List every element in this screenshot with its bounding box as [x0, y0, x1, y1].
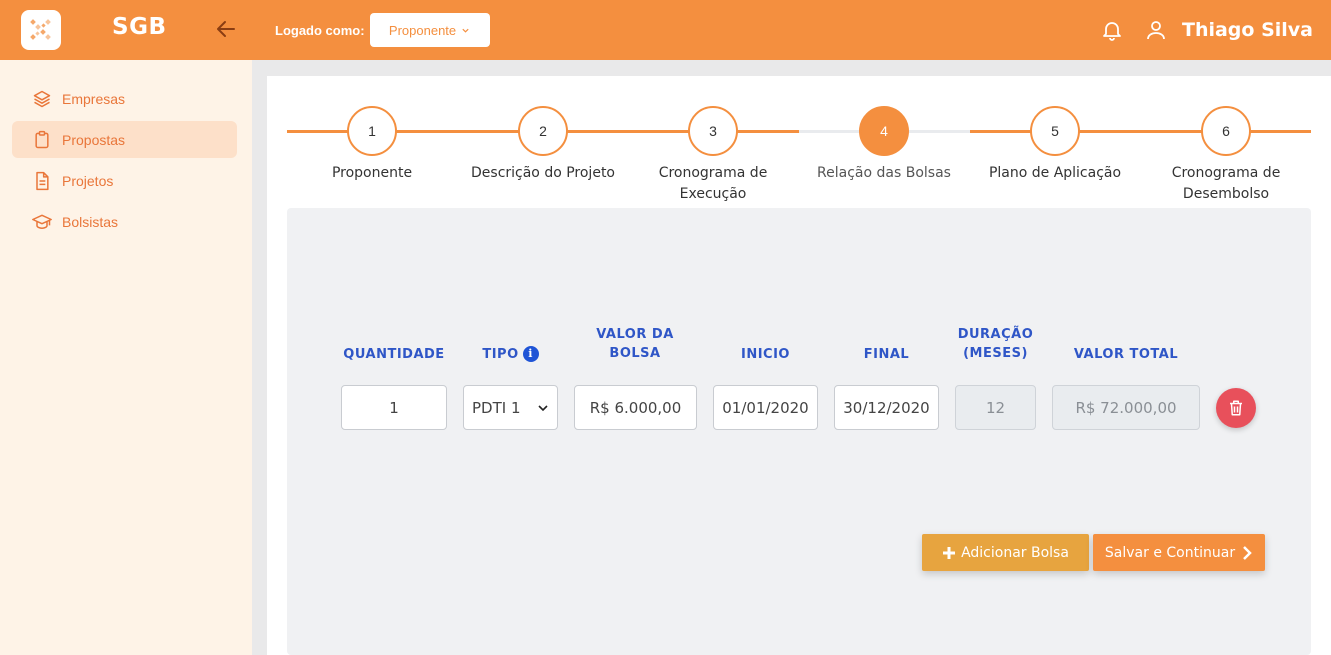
- step-5[interactable]: 5 Plano de Aplicação: [970, 106, 1140, 184]
- plus-icon: [943, 546, 956, 559]
- sidebar-item-bolsistas[interactable]: Bolsistas: [12, 203, 237, 240]
- user-name[interactable]: Thiago Silva: [1182, 19, 1313, 41]
- step-circle: 1: [347, 106, 397, 156]
- step-2[interactable]: 2 Descrição do Projeto: [458, 106, 628, 184]
- step-6[interactable]: 6 Cronograma de Desembolso: [1141, 106, 1311, 205]
- duracao-input: 12: [955, 385, 1036, 430]
- sidebar-item-empresas[interactable]: Empresas: [12, 80, 237, 117]
- role-select-value: Proponente: [388, 22, 457, 38]
- header-quantidade: QUANTIDADE: [343, 347, 445, 362]
- step-label: Cronograma de Desembolso: [1171, 165, 1281, 202]
- app-logo[interactable]: [21, 10, 61, 50]
- header-duracao: DURAÇÃO (MESES): [957, 327, 1034, 361]
- delete-row-button[interactable]: [1216, 388, 1256, 428]
- valor-total-input: R$ 72.000,00: [1052, 385, 1200, 430]
- logo-icon: [30, 19, 51, 40]
- sidebar-item-projetos[interactable]: Projetos: [12, 162, 237, 199]
- app-name: SGB: [112, 14, 167, 40]
- chevron-down-icon: [538, 404, 548, 411]
- graduation-cap-icon: [32, 214, 52, 229]
- tipo-select-value: PDTI 1: [472, 398, 521, 417]
- logged-as-label: Logado como:: [275, 22, 365, 38]
- step-label: Relação das Bolsas: [817, 165, 951, 181]
- sidebar-item-label: Projetos: [62, 172, 114, 189]
- step-4[interactable]: 4 Relação das Bolsas: [799, 106, 969, 184]
- step-label: Cronograma de Execução: [658, 165, 768, 202]
- brand-bar: SGB: [0, 0, 252, 60]
- sidebar: SGB Empresas Propostas Projetos Bolsista…: [0, 0, 252, 655]
- chevron-down-icon: [462, 28, 469, 33]
- quantidade-input[interactable]: 1: [341, 385, 447, 430]
- step-circle: 2: [518, 106, 568, 156]
- header-inicio: INICIO: [741, 347, 790, 362]
- step-1[interactable]: 1 Proponente: [287, 106, 457, 184]
- valor-bolsa-input[interactable]: R$ 6.000,00: [574, 385, 697, 430]
- step-3[interactable]: 3 Cronograma de Execução: [628, 106, 798, 205]
- user-area: Thiago Silva: [1100, 0, 1313, 60]
- save-continue-button[interactable]: Salvar e Continuar: [1093, 534, 1265, 571]
- layers-icon: [33, 90, 51, 107]
- role-select[interactable]: Proponente: [369, 13, 490, 47]
- save-continue-label: Salvar e Continuar: [1104, 544, 1236, 561]
- chevron-right-icon: [1243, 545, 1252, 560]
- user-icon[interactable]: [1144, 18, 1168, 42]
- info-icon[interactable]: i: [522, 346, 539, 362]
- step-label: Descrição do Projeto: [471, 165, 615, 181]
- bolsas-form: QUANTIDADE TIPO i VALOR DA BOLSA INICIO F…: [287, 208, 1311, 655]
- header-tipo: TIPO i: [463, 345, 558, 364]
- top-bar: Logado como: Proponente Thiago Silva: [252, 0, 1331, 60]
- step-circle: 3: [688, 106, 738, 156]
- collapse-arrow-icon[interactable]: [214, 17, 238, 41]
- clipboard-icon: [35, 130, 49, 148]
- sidebar-nav: Empresas Propostas Projetos Bolsistas: [0, 60, 252, 240]
- document-icon: [36, 171, 49, 190]
- add-bolsa-button[interactable]: Adicionar Bolsa: [922, 534, 1089, 571]
- trash-icon: [1230, 400, 1242, 416]
- header-tipo-label: TIPO: [482, 347, 519, 362]
- sidebar-item-propostas[interactable]: Propostas: [12, 121, 237, 158]
- step-circle: 6: [1201, 106, 1251, 156]
- add-bolsa-label: Adicionar Bolsa: [961, 544, 1069, 561]
- bell-icon[interactable]: [1100, 18, 1124, 42]
- step-label: Plano de Aplicação: [988, 165, 1122, 181]
- final-input[interactable]: 30/12/2020: [834, 385, 939, 430]
- sidebar-item-label: Bolsistas: [62, 213, 119, 230]
- step-circle-active: 4: [859, 106, 909, 156]
- tipo-select[interactable]: PDTI 1: [463, 385, 558, 430]
- sidebar-item-label: Empresas: [62, 90, 126, 107]
- main-card: 1 Proponente 2 Descrição do Projeto 3 Cr…: [267, 76, 1331, 655]
- step-label: Proponente: [331, 165, 413, 181]
- header-valor-bolsa: VALOR DA BOLSA: [596, 327, 674, 361]
- inicio-input[interactable]: 01/01/2020: [713, 385, 818, 430]
- header-final: FINAL: [863, 347, 910, 362]
- header-valor-total: VALOR TOTAL: [1073, 347, 1179, 362]
- sidebar-item-label: Propostas: [62, 131, 126, 148]
- step-circle: 5: [1030, 106, 1080, 156]
- stepper: 1 Proponente 2 Descrição do Projeto 3 Cr…: [287, 106, 1311, 206]
